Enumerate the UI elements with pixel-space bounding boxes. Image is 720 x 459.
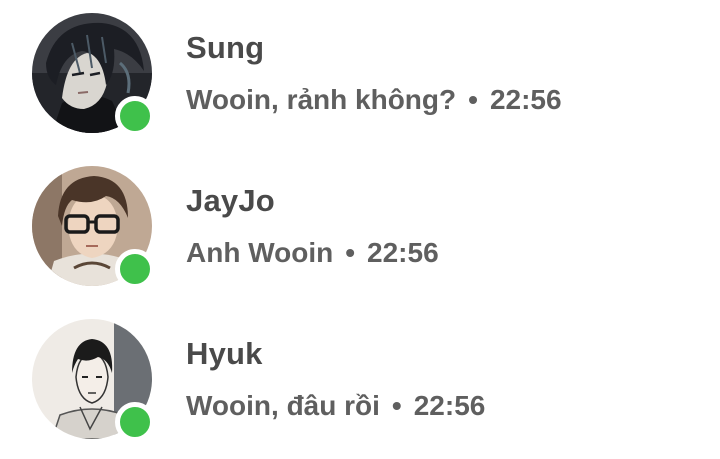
separator-dot: • (345, 237, 356, 268)
avatar-container (32, 166, 155, 289)
last-message: Anh Wooin (186, 237, 334, 268)
avatar-container (32, 13, 155, 136)
conversation-list: Sung Wooin, rảnh không? • 22:56 JayJo An… (0, 0, 720, 458)
message-preview: Wooin, đâu rồi • 22:56 (186, 390, 485, 422)
online-status-indicator (115, 402, 155, 442)
contact-name: Sung (186, 30, 265, 65)
message-preview: Anh Wooin • 22:56 (186, 237, 439, 269)
message-time: 22:56 (367, 237, 439, 268)
avatar-container (32, 319, 155, 442)
separator-dot: • (391, 390, 402, 421)
conversation-row-hyuk[interactable]: Hyuk Wooin, đâu rồi • 22:56 (0, 306, 720, 459)
last-message: Wooin, đâu rồi (186, 390, 380, 421)
separator-dot: • (468, 84, 478, 115)
online-status-indicator (115, 96, 155, 136)
conversation-row-sung[interactable]: Sung Wooin, rảnh không? • 22:56 (0, 0, 720, 153)
contact-name: Hyuk (186, 336, 263, 371)
contact-name: JayJo (186, 183, 275, 218)
last-message: Wooin, rảnh không? (186, 84, 457, 115)
conversation-row-jayjo[interactable]: JayJo Anh Wooin • 22:56 (0, 153, 720, 306)
online-status-indicator (115, 249, 155, 289)
message-preview: Wooin, rảnh không? • 22:56 (186, 84, 562, 116)
message-time: 22:56 (413, 390, 486, 421)
message-time: 22:56 (489, 84, 562, 115)
